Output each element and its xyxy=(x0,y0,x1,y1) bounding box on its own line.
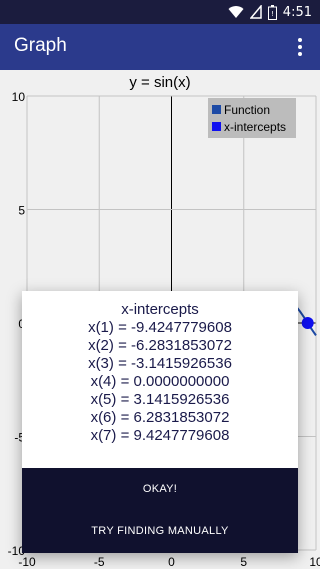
okay-button[interactable]: OKAY! xyxy=(22,468,298,510)
status-bar: ! 4:51 xyxy=(0,0,320,24)
dialog-actions: OKAY! TRY FINDING MANUALLY xyxy=(22,468,298,553)
x-intercepts-dialog: x-intercepts x(1) = -9.4247779608 x(2) =… xyxy=(22,291,298,553)
intercept-line: x(4) = 0.0000000000 xyxy=(90,373,230,390)
intercept-line: x(2) = -6.2831853072 xyxy=(88,337,232,354)
dialog-title: x-intercepts xyxy=(121,301,199,318)
intercept-line: x(5) = 3.1415926536 xyxy=(90,391,230,408)
intercept-line: x(1) = -9.4247779608 xyxy=(88,319,232,336)
status-icons: ! 4:51 xyxy=(228,0,312,24)
dialog-body: x-intercepts x(1) = -9.4247779608 x(2) =… xyxy=(22,301,298,445)
svg-text:!: ! xyxy=(271,10,274,18)
signal-icon xyxy=(249,5,262,19)
wifi-icon xyxy=(228,6,244,19)
try-finding-manually-button[interactable]: TRY FINDING MANUALLY xyxy=(22,510,298,552)
battery-icon: ! xyxy=(267,4,277,20)
status-time: 4:51 xyxy=(282,4,312,20)
intercept-line: x(7) = 9.4247779608 xyxy=(90,427,230,444)
intercept-line: x(3) = -3.1415926536 xyxy=(88,355,232,372)
more-vert-icon[interactable] xyxy=(290,34,310,60)
app-title: Graph xyxy=(14,35,67,56)
intercept-line: x(6) = 6.2831853072 xyxy=(90,409,230,426)
app-bar: Graph xyxy=(0,24,320,70)
